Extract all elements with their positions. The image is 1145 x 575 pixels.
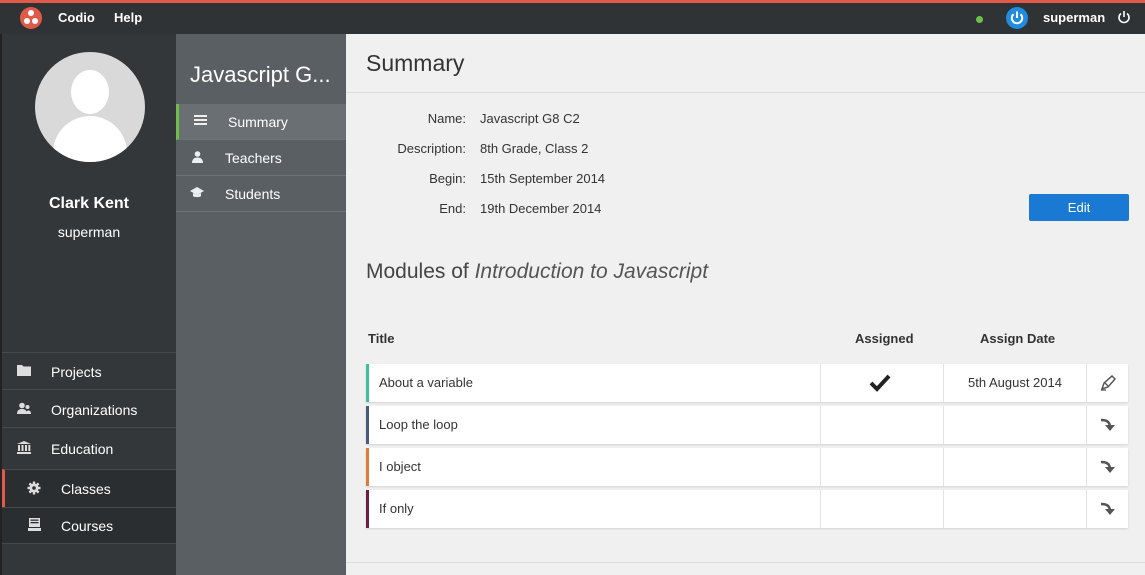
gear-icon bbox=[26, 481, 42, 497]
table-row[interactable]: If only bbox=[366, 490, 1128, 528]
user-handle: superman bbox=[57, 224, 121, 240]
checkmark-icon bbox=[869, 373, 891, 393]
modules-heading-prefix: Modules of bbox=[366, 260, 469, 283]
codio-logo-icon[interactable] bbox=[20, 7, 42, 29]
organization-icon bbox=[16, 402, 32, 418]
table-row[interactable]: Loop the loop bbox=[366, 406, 1128, 444]
module-title: Loop the loop bbox=[379, 417, 458, 432]
list-icon bbox=[193, 115, 207, 129]
class-subnav: Javascript G... Summary Teachers Student… bbox=[176, 34, 346, 575]
module-title: If only bbox=[379, 501, 414, 516]
sidebar-item-label: Projects bbox=[51, 364, 102, 380]
description-label: Description: bbox=[397, 141, 466, 156]
user-full-name: Clark Kent bbox=[48, 195, 130, 212]
book-icon bbox=[26, 518, 42, 534]
table-row[interactable]: About a variable 5th August 2014 bbox=[366, 364, 1128, 402]
sidebar-item-label: Courses bbox=[61, 518, 114, 534]
begin-label: Begin: bbox=[429, 171, 466, 186]
power-icon[interactable] bbox=[1006, 7, 1028, 29]
name-label: Name: bbox=[427, 111, 466, 126]
assign-arrow-icon[interactable] bbox=[1087, 448, 1128, 486]
assign-date: 5th August 2014 bbox=[968, 375, 1062, 390]
online-status-indicator bbox=[976, 16, 983, 23]
class-title: Javascript G... bbox=[190, 62, 331, 87]
page-title: Summary bbox=[366, 50, 465, 76]
nav-help-menu[interactable]: Help bbox=[114, 10, 142, 25]
column-header-assign-date: Assign Date bbox=[980, 331, 1056, 346]
subnav-item-summary[interactable]: Summary bbox=[176, 104, 346, 140]
main-header: Summary bbox=[346, 34, 1145, 93]
sidebar-item-projects[interactable]: Projects bbox=[2, 352, 176, 389]
edit-button[interactable]: Edit bbox=[1029, 194, 1129, 221]
subnav-item-teachers[interactable]: Teachers bbox=[176, 140, 346, 176]
begin-value: 15th September 2014 bbox=[480, 171, 606, 186]
sidebar-item-education[interactable]: Education bbox=[2, 427, 176, 469]
folder-icon bbox=[16, 364, 32, 380]
sidebar-item-label: Classes bbox=[61, 481, 111, 497]
subnav-item-students[interactable]: Students bbox=[176, 176, 346, 212]
graduation-cap-icon bbox=[190, 187, 204, 201]
top-username[interactable]: superman bbox=[1043, 10, 1105, 25]
sidebar-item-label: Education bbox=[51, 441, 114, 457]
assign-arrow-icon[interactable] bbox=[1087, 406, 1128, 444]
footer-divider bbox=[346, 562, 1145, 563]
module-title: About a variable bbox=[379, 375, 473, 390]
name-value: Javascript G8 C2 bbox=[480, 111, 580, 126]
institution-icon bbox=[16, 441, 32, 457]
column-header-assigned: Assigned bbox=[855, 331, 914, 346]
top-bar: Codio Help superman bbox=[0, 0, 1145, 34]
row-accent bbox=[366, 448, 369, 486]
nav-codio-menu[interactable]: Codio bbox=[58, 10, 95, 25]
teacher-icon bbox=[190, 151, 204, 165]
column-header-title: Title bbox=[368, 331, 395, 346]
edit-icon[interactable] bbox=[1087, 364, 1128, 402]
table-row[interactable]: I object bbox=[366, 448, 1128, 486]
module-title: I object bbox=[379, 459, 421, 474]
modules-heading: Modules of Introduction to Javascript bbox=[366, 260, 708, 284]
sidebar-item-label: Organizations bbox=[51, 402, 138, 418]
sidebar-item-courses[interactable]: Courses bbox=[2, 507, 176, 544]
subnav-item-label: Students bbox=[225, 186, 281, 202]
logout-icon[interactable] bbox=[1117, 10, 1131, 24]
course-name: Introduction to Javascript bbox=[474, 260, 709, 283]
assign-arrow-icon[interactable] bbox=[1087, 490, 1128, 528]
main-sidebar: Clark Kent superman Projects Organizatio… bbox=[0, 34, 176, 575]
description-value: 8th Grade, Class 2 bbox=[480, 141, 589, 156]
end-label: End: bbox=[439, 201, 466, 216]
row-accent bbox=[366, 364, 369, 402]
row-accent bbox=[366, 490, 369, 528]
end-value: 19th December 2014 bbox=[480, 201, 602, 216]
subnav-item-label: Teachers bbox=[225, 150, 282, 166]
main-content: Summary Name: Javascript G8 C2 Descripti… bbox=[346, 34, 1145, 575]
row-accent bbox=[366, 406, 369, 444]
sidebar-item-classes[interactable]: Classes bbox=[2, 469, 176, 507]
subnav-item-label: Summary bbox=[228, 114, 288, 130]
sidebar-item-organizations[interactable]: Organizations bbox=[2, 389, 176, 427]
avatar[interactable] bbox=[35, 52, 145, 162]
